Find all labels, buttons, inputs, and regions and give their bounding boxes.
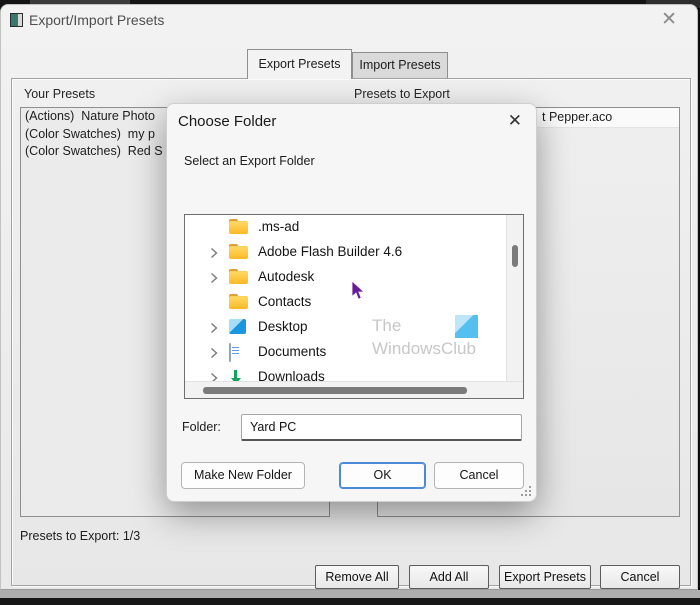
tree-item-autodesk[interactable]: Autodesk [185,265,507,290]
window-title: Export/Import Presets [29,12,165,28]
dialog-cancel-button[interactable]: Cancel [434,462,524,489]
tree-item-label: Documents [258,344,327,359]
chevron-right-icon[interactable] [210,322,218,334]
watermark-line1: The [372,316,402,335]
tree-item-adobe-flash-builder[interactable]: Adobe Flash Builder 4.6 [185,240,507,265]
app-icon [10,13,23,27]
chevron-right-icon[interactable] [210,247,218,259]
add-all-button[interactable]: Add All [409,565,489,589]
dialog-close-icon[interactable]: ✕ [508,111,522,131]
tree-item-label: Desktop [258,319,308,334]
resize-grip[interactable] [518,483,531,496]
chevron-right-icon[interactable] [210,347,218,359]
choose-folder-dialog: Choose Folder ✕ Select an Export Folder … [166,103,537,502]
make-new-folder-button[interactable]: Make New Folder [181,462,305,489]
horizontal-scrollbar[interactable] [185,381,523,398]
ok-button[interactable]: OK [339,462,426,489]
dialog-title: Choose Folder [178,113,277,130]
presets-export-count: Presets to Export: 1/3 [20,529,141,543]
watermark-line2: WindowsClub [372,339,476,358]
bottom-button-row: Remove All Add All Export Presets Cancel [12,565,684,591]
tree-item-label: Autodesk [258,269,315,284]
desktop-icon [229,319,246,334]
cancel-button[interactable]: Cancel [600,565,680,589]
your-presets-header: Your Presets [24,87,96,101]
chevron-right-icon[interactable] [210,272,218,284]
horizontal-scrollbar-thumb[interactable] [203,387,467,394]
dialog-subtitle: Select an Export Folder [184,154,315,168]
tab-import-presets[interactable]: Import Presets [352,52,448,78]
title-bar: Export/Import Presets ✕ [1,5,697,41]
documents-icon [229,343,231,362]
remove-all-button[interactable]: Remove All [315,565,399,589]
tree-item-label: .ms-ad [258,219,300,234]
export-presets-button[interactable]: Export Presets [499,565,591,589]
folder-field-label: Folder: [182,420,221,434]
folder-tree[interactable]: .ms-ad Adobe Flash Builder 4.6 Autodesk … [184,214,524,399]
background-app-taskbar-strip [0,598,700,605]
tree-item-label: Contacts [258,294,312,309]
tab-export-presets[interactable]: Export Presets [247,49,352,79]
mouse-cursor-icon [351,281,365,300]
tree-item-ms-ad[interactable]: .ms-ad [185,215,507,240]
tree-item-contacts[interactable]: Contacts [185,290,507,315]
background-app-bottom-strip [0,590,700,598]
watermark-text: The WindowsClub [372,314,532,360]
window-close-icon[interactable]: ✕ [661,9,677,31]
vertical-scrollbar-thumb[interactable] [512,245,518,267]
tree-item-label: Adobe Flash Builder 4.6 [258,244,403,259]
presets-to-export-header: Presets to Export [354,87,450,101]
folder-name-input[interactable] [241,414,522,441]
